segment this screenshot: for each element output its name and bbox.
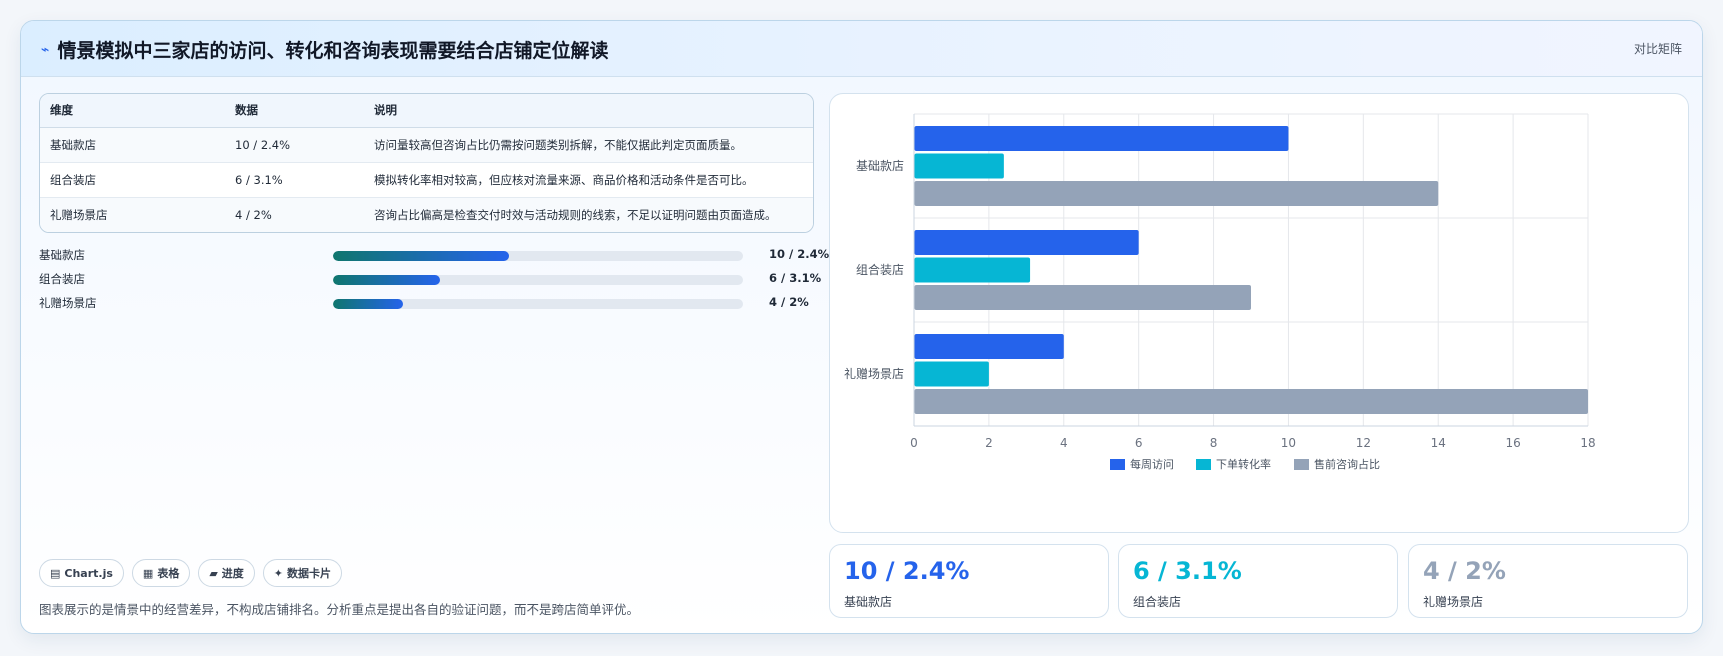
progress-track	[333, 275, 743, 285]
table-cell: 咨询占比偏高是检查交付时效与活动规则的线索，不足以证明问题由页面造成。	[364, 197, 813, 232]
bar	[914, 334, 1064, 359]
table-icon: ▦	[142, 566, 154, 580]
bar	[914, 153, 1004, 179]
table-row: 组合装店 6 / 3.1% 模拟转化率相对较高，但应核对流量来源、商品价格和活动…	[40, 162, 813, 198]
card-header: ⌁ 情景模拟中三家店的访问、转化和咨询表现需要结合店铺定位解读 对比矩阵	[21, 21, 1702, 77]
tag-list: ▤ Chart.js ▦ 表格 ▰ 进度 ✦ 数据卡片	[39, 559, 343, 587]
legend-swatch	[1110, 459, 1125, 470]
footnote: 图表展示的是情景中的经营差异，不构成店铺排名。分析重点是提出各自的验证问题，而不…	[39, 602, 640, 617]
bar-chart-panel: 0 2 4 6 8 10 12 14 16 18 基础款店组合装店礼赠场景店每周访问 下单转化率 售前咨…	[829, 93, 1689, 533]
progress-label: 组合装店	[39, 272, 85, 286]
x-tick-label: 18	[1580, 436, 1595, 450]
y-category-label: 礼赠场景店	[844, 366, 904, 381]
tag-table[interactable]: ▦ 表格	[131, 559, 191, 587]
legend-swatch	[1294, 459, 1309, 470]
x-tick-label: 6	[1135, 436, 1143, 450]
progress-list: 基础款店 10 / 2.4% 组合装店 6 / 3.1% 礼赠场景店 4 / 2…	[39, 243, 829, 315]
progress-label: 基础款店	[39, 248, 85, 262]
stat-card: 6 / 3.1% 组合装店	[1118, 544, 1398, 618]
progress-value: 10 / 2.4%	[769, 247, 830, 261]
progress-track	[333, 299, 743, 309]
x-tick-label: 8	[1210, 436, 1218, 450]
stat-value: 6 / 3.1%	[1133, 557, 1242, 585]
table-row: 礼赠场景店 4 / 2% 咨询占比偏高是检查交付时效与活动规则的线索，不足以证明…	[40, 197, 813, 232]
y-category-label: 基础款店	[856, 159, 904, 173]
page-title: ⌁ 情景模拟中三家店的访问、转化和咨询表现需要结合店铺定位解读	[41, 36, 608, 63]
stat-value: 4 / 2%	[1423, 557, 1506, 585]
progress-fill	[333, 299, 403, 309]
stat-value: 10 / 2.4%	[844, 557, 970, 585]
stat-label: 组合装店	[1133, 595, 1182, 609]
bar	[914, 181, 1439, 206]
legend-swatch	[1196, 459, 1211, 470]
progress-row: 基础款店 10 / 2.4%	[39, 243, 829, 267]
progress-row: 礼赠场景店 4 / 2%	[39, 291, 819, 315]
stat-label: 基础款店	[844, 595, 893, 609]
x-tick-label: 12	[1356, 436, 1371, 450]
dashboard-card: ⌁ 情景模拟中三家店的访问、转化和咨询表现需要结合店铺定位解读 对比矩阵 维度 …	[20, 20, 1703, 634]
progress-value: 6 / 3.1%	[769, 271, 822, 285]
table-row: 基础款店 10 / 2.4% 访问量较高但咨询占比仍需按问题类别拆解，不能仅据此…	[40, 127, 813, 163]
progress-row: 组合装店 6 / 3.1%	[39, 267, 822, 291]
table-header-row: 维度 数据 说明	[40, 94, 813, 128]
table-cell: 礼赠场景店	[40, 197, 225, 232]
x-tick-label: 0	[910, 436, 918, 450]
column-header-note: 说明	[364, 94, 813, 128]
bar	[914, 230, 1139, 255]
table-cell: 4 / 2%	[225, 197, 364, 232]
table-cell: 访问量较高但咨询占比仍需按问题类别拆解，不能仅据此判定页面质量。	[364, 127, 813, 163]
table-cell: 基础款店	[40, 127, 225, 163]
trend-icon: ⌁	[41, 41, 50, 58]
progress-fill	[333, 275, 440, 285]
table-cell: 10 / 2.4%	[225, 127, 364, 163]
progress-fill	[333, 251, 510, 261]
table-cell: 模拟转化率相对较高，但应核对流量来源、商品价格和活动条件是否可比。	[364, 162, 813, 198]
tag-progress[interactable]: ▰ 进度	[198, 559, 255, 587]
progress-icon: ▰	[209, 566, 218, 580]
compare-matrix-button[interactable]: 对比矩阵	[1634, 40, 1682, 57]
column-header-data: 数据	[225, 94, 364, 128]
x-tick-label: 2	[985, 436, 993, 450]
progress-track	[333, 251, 743, 261]
bar	[914, 389, 1588, 414]
y-category-label: 组合装店	[856, 262, 904, 277]
x-tick-label: 14	[1431, 436, 1446, 450]
legend-label: 售前咨询占比	[1314, 457, 1380, 471]
tag-data-card[interactable]: ✦ 数据卡片	[262, 559, 343, 587]
sparkle-icon: ✦	[273, 566, 284, 580]
legend-label: 下单转化率	[1216, 457, 1271, 471]
table-cell: 6 / 3.1%	[225, 162, 364, 198]
tag-chartjs[interactable]: ▤ Chart.js	[39, 559, 124, 587]
x-tick-label: 4	[1060, 436, 1068, 450]
legend-label: 每周访问	[1130, 457, 1174, 471]
page-title-text: 情景模拟中三家店的访问、转化和咨询表现需要结合店铺定位解读	[57, 40, 609, 62]
bar	[914, 285, 1251, 310]
bar	[914, 361, 989, 387]
progress-value: 4 / 2%	[769, 295, 809, 309]
column-header-dimension: 维度	[40, 94, 225, 128]
stat-card: 4 / 2% 礼赠场景店	[1408, 544, 1688, 618]
bar-chart: 0 2 4 6 8 10 12 14 16 18 基础款店组合装店礼赠场景店每周访问 下单转化率 售前咨…	[844, 113, 1596, 471]
chart-icon: ▤	[50, 566, 61, 580]
stat-label: 礼赠场景店	[1423, 595, 1484, 609]
stat-card: 10 / 2.4% 基础款店	[829, 544, 1109, 618]
bar	[914, 126, 1289, 151]
bar	[914, 257, 1031, 283]
progress-label: 礼赠场景店	[39, 296, 97, 310]
table-cell: 组合装店	[40, 162, 225, 198]
x-tick-label: 10	[1281, 436, 1296, 450]
x-tick-label: 16	[1505, 436, 1520, 450]
comparison-table: 维度 数据 说明 基础款店 10 / 2.4% 访问量较高但咨询占比仍需按问题类…	[39, 93, 814, 233]
